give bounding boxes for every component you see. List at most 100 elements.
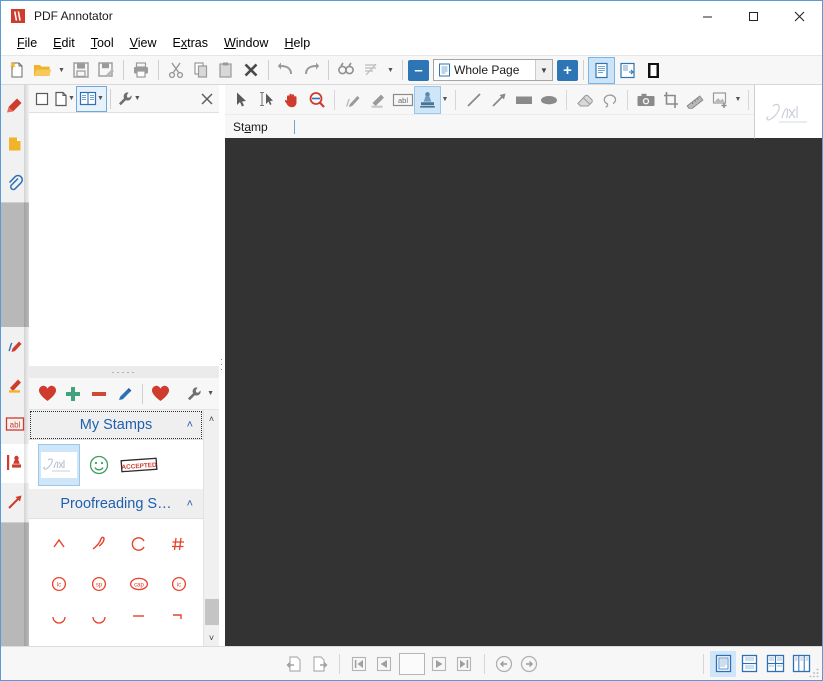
cut-button[interactable] <box>164 57 188 83</box>
stamp-item-ital-circle[interactable]: ic <box>159 564 199 604</box>
arrow-tool-button[interactable] <box>486 87 511 113</box>
redo-button[interactable] <box>299 57 323 83</box>
rectangle-tool-button[interactable] <box>511 87 536 113</box>
page-view-button[interactable]: ▼ <box>52 87 77 111</box>
stamp-item-lc-circle[interactable]: lc <box>39 564 79 604</box>
panel-settings-button[interactable]: ▼ <box>115 87 143 111</box>
save-as-button[interactable] <box>94 57 118 83</box>
menu-file[interactable]: File <box>9 33 45 53</box>
sidebar-tab-arrow[interactable] <box>1 482 29 523</box>
stamp-tool-button[interactable] <box>414 85 441 114</box>
stamp-item-row3-a[interactable] <box>39 604 79 644</box>
zoom-level-combo[interactable]: Whole Page ▼ <box>433 59 553 81</box>
eraser-tool-button[interactable] <box>572 87 597 113</box>
history-back-button[interactable] <box>492 651 517 676</box>
remove-stamp-button[interactable] <box>86 381 112 407</box>
stamp-item-row3-c[interactable] <box>119 604 159 644</box>
resize-grip[interactable] <box>808 666 820 678</box>
bookmark-view-button[interactable]: ▼ <box>75 85 107 112</box>
chevron-up-icon[interactable]: ˄ <box>187 498 193 510</box>
page-view-dropdown-arrow-icon[interactable]: ▼ <box>68 95 75 102</box>
jack-signature-preview[interactable] <box>754 85 822 139</box>
stamp-item-delete-mark[interactable] <box>79 524 119 564</box>
line-tool-button[interactable] <box>461 87 486 113</box>
lasso-tool-button[interactable] <box>597 87 622 113</box>
stamp-group-header-proofreading[interactable]: Proofreading S… ˄ <box>29 489 203 519</box>
bookmark-view-dropdown-arrow-icon[interactable]: ▼ <box>97 95 104 102</box>
scroll-down-arrow-icon[interactable]: ˅ <box>204 629 220 646</box>
previous-page-button[interactable] <box>372 651 397 676</box>
new-document-button[interactable] <box>5 57 29 83</box>
stamp-settings-dropdown-arrow-icon[interactable]: ▼ <box>207 390 214 397</box>
textbox-tool-button[interactable]: abl <box>390 87 415 113</box>
sidebar-tab-bookmarks[interactable] <box>1 85 29 125</box>
stamp-settings-button[interactable] <box>181 381 207 407</box>
page-thumbnails-area[interactable] <box>29 113 219 365</box>
sidebar-tab-highlighter[interactable] <box>1 365 29 406</box>
stamp-item-sp-circle[interactable]: sp <box>79 564 119 604</box>
two-page-layout-button[interactable] <box>736 651 762 677</box>
menu-edit[interactable]: Edit <box>45 33 83 53</box>
zoom-out-button[interactable]: – <box>408 59 429 81</box>
delete-button[interactable] <box>239 57 263 83</box>
text-select-tool-button[interactable] <box>254 87 279 113</box>
menu-extras[interactable]: Extras <box>165 33 216 53</box>
hand-tool-button[interactable] <box>279 87 304 113</box>
panel-horizontal-splitter[interactable]: ····· <box>29 365 219 378</box>
snapshot-tool-button[interactable] <box>633 87 658 113</box>
stamp-item-row3-d[interactable] <box>159 604 199 644</box>
menu-view[interactable]: View <box>122 33 165 53</box>
stamp-item-row3-b[interactable] <box>79 604 119 644</box>
presentation-view-button[interactable] <box>641 58 666 83</box>
find-options-arrow-icon[interactable]: ▼ <box>384 57 397 83</box>
ellipse-tool-button[interactable] <box>536 87 561 113</box>
last-page-button[interactable] <box>452 651 477 676</box>
measure-tool-button[interactable] <box>683 87 708 113</box>
sidebar-tab-attachments[interactable] <box>1 163 29 203</box>
history-forward-button[interactable] <box>517 651 542 676</box>
find-button[interactable] <box>334 57 358 83</box>
stamps-list[interactable]: My Stamps ˄ ACCEPTED Proofreading S… ˄ l… <box>29 410 203 646</box>
insert-image-dropdown-arrow-icon[interactable]: ▼ <box>733 96 743 103</box>
previous-view-button[interactable] <box>282 651 307 676</box>
favorite-stamp-button[interactable] <box>34 381 60 407</box>
print-button[interactable] <box>129 57 153 83</box>
zoom-dropdown-arrow-icon[interactable]: ▼ <box>535 60 552 80</box>
pdf-canvas-area[interactable] <box>225 139 822 646</box>
crop-tool-button[interactable] <box>658 87 683 113</box>
close-panel-button[interactable] <box>198 87 216 111</box>
open-folder-button[interactable] <box>30 57 54 83</box>
highlighter-tool-button[interactable] <box>365 87 390 113</box>
scroll-up-arrow-icon[interactable]: ˄ <box>204 410 220 427</box>
edit-stamp-button[interactable] <box>112 381 138 407</box>
stamp-item-caret-mark[interactable] <box>39 524 79 564</box>
zoom-in-button[interactable]: + <box>557 59 578 81</box>
sidebar-tab-pages[interactable] <box>1 124 29 164</box>
open-dropdown-arrow-icon[interactable]: ▼ <box>55 57 68 83</box>
find-options-button[interactable] <box>359 57 383 83</box>
stamp-item-space-mark[interactable] <box>159 524 199 564</box>
stamp-item-accepted[interactable]: ACCEPTED <box>119 445 159 485</box>
stamp-item-smiley[interactable] <box>79 445 119 485</box>
minimize-button[interactable] <box>684 1 730 31</box>
stamp-tool-dropdown-arrow-icon[interactable]: ▼ <box>440 96 450 103</box>
zoom-tool-button[interactable] <box>304 87 329 113</box>
stamp-group-header-my-stamps[interactable]: My Stamps ˄ <box>29 410 203 440</box>
stamp-item-jack-signature[interactable] <box>38 444 80 486</box>
sidebar-tab-pen[interactable] <box>1 326 29 367</box>
scrollbar-track[interactable] <box>204 427 220 629</box>
undo-button[interactable] <box>274 57 298 83</box>
pen-tool-button[interactable] <box>340 87 365 113</box>
maximize-button[interactable] <box>730 1 776 31</box>
continuous-page-view-button[interactable] <box>615 58 640 83</box>
save-button[interactable] <box>69 57 93 83</box>
stamps-vertical-scrollbar[interactable]: ˄ ˅ <box>203 410 219 646</box>
menu-window[interactable]: Window <box>216 33 276 53</box>
first-page-button[interactable] <box>347 651 372 676</box>
panel-settings-dropdown-arrow-icon[interactable]: ▼ <box>134 95 141 102</box>
chevron-up-icon[interactable]: ˄ <box>187 419 193 431</box>
add-stamp-button[interactable] <box>60 381 86 407</box>
single-page-layout-button[interactable] <box>710 650 736 677</box>
thumbnail-size-button[interactable] <box>32 87 52 111</box>
continuous-layout-button[interactable] <box>762 651 788 677</box>
